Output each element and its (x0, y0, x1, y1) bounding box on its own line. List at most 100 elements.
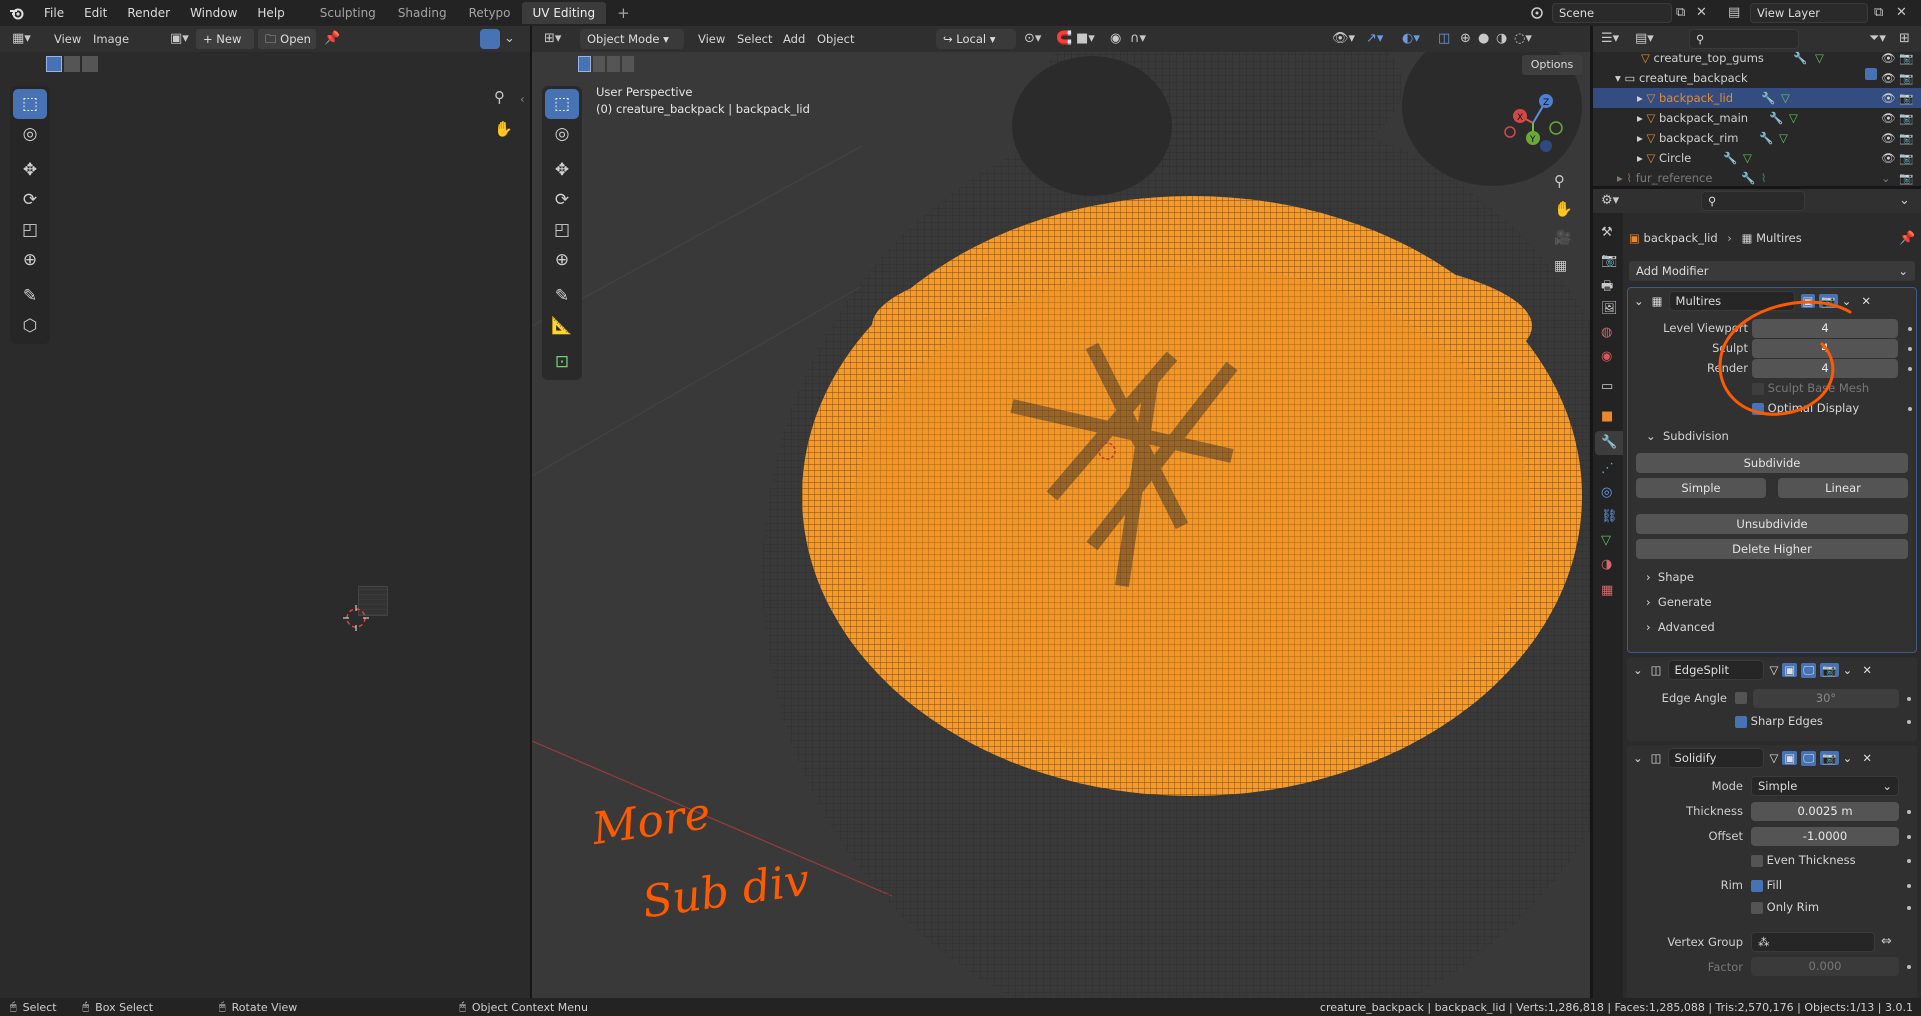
scene-icon[interactable] (1526, 2, 1548, 24)
on-cage-toggle-icon[interactable]: ▽ (1770, 663, 1779, 677)
material-tab-icon[interactable]: ◑ (1601, 557, 1612, 572)
camera-icon[interactable]: 📷 (1899, 48, 1913, 68)
properties-search-input[interactable]: ⚲ (1701, 191, 1805, 211)
keyframe-dot[interactable] (1907, 884, 1911, 888)
outliner-search-input[interactable]: ⚲ (1689, 29, 1799, 49)
eye-icon[interactable]: 👁 (1881, 88, 1896, 108)
move-tool-icon[interactable]: ✥ (545, 155, 579, 185)
keyframe-dot[interactable] (1907, 697, 1911, 701)
filter-icon[interactable]: ⏷▾ (1869, 31, 1886, 46)
eye-icon[interactable]: 👁 (1881, 108, 1896, 128)
close-icon[interactable]: ✕ (1696, 5, 1707, 20)
vp-menu-view[interactable]: View (698, 32, 725, 46)
menu-file[interactable]: File (34, 0, 74, 26)
editor-type-icon[interactable]: ⚙▾ (1601, 193, 1619, 208)
chevron-down-icon[interactable]: ⌄ (1843, 751, 1853, 765)
outliner-row-selected[interactable]: ▸ ▽ backpack_lid 🔧 ▽ 👁 📷 (1593, 88, 1921, 108)
keyframe-dot[interactable] (1908, 327, 1912, 331)
falloff-icon[interactable]: ∩▾ (1130, 31, 1146, 46)
keyframe-dot[interactable] (1907, 810, 1911, 814)
mode-dropdown[interactable]: Simple ⌄ (1751, 776, 1899, 796)
cursor-tool-icon[interactable]: ◎ (13, 119, 47, 149)
collection-tab-icon[interactable]: ▭ (1601, 379, 1613, 394)
offset-field[interactable]: -1.0000 (1751, 827, 1899, 846)
scale-tool-icon[interactable]: ◰ (13, 215, 47, 245)
delete-higher-button[interactable]: Delete Higher (1636, 539, 1908, 559)
3d-viewport[interactable]: ⊞▾ Object Mode ▾ View Select Add Object … (532, 26, 1590, 1000)
menu-render[interactable]: Render (117, 0, 180, 26)
move-tool-icon[interactable]: ✥ (13, 155, 47, 185)
view-layer-icon[interactable]: ▤ (1728, 5, 1740, 20)
vp-menu-object[interactable]: Object (817, 32, 854, 46)
particles-tab-icon[interactable]: ⋰ (1601, 461, 1614, 476)
select-extend-icon[interactable] (64, 56, 80, 72)
sharp-edges-checkbox[interactable]: Sharp Edges (1735, 714, 1823, 728)
fill-checkbox[interactable]: Fill (1751, 878, 1782, 892)
zoom-icon[interactable]: ⚲ (494, 88, 505, 106)
close-icon[interactable]: ✕ (1862, 663, 1872, 677)
camera-icon[interactable]: 📷 (1899, 88, 1913, 108)
view-layer-field[interactable]: View Layer (1750, 3, 1868, 23)
uv-sync-icon[interactable] (480, 29, 500, 49)
wireframe-shading-icon[interactable]: ⊕ (1460, 31, 1471, 46)
camera-icon[interactable]: 🎥 (1554, 230, 1571, 246)
overlay-icon[interactable]: ◐▾ (1402, 31, 1420, 46)
factor-field[interactable]: 0.000 (1751, 957, 1899, 976)
editor-type-icon[interactable]: ⊞▾ (544, 31, 561, 46)
collapse-icon[interactable]: ⌄ (1633, 663, 1643, 677)
pivot-icon[interactable]: ⊙▾ (1024, 31, 1041, 46)
keyframe-dot[interactable] (1908, 367, 1912, 371)
rotate-tool-icon[interactable]: ⟳ (545, 185, 579, 215)
annotate-tool-icon[interactable]: ✎ (13, 281, 47, 311)
generate-subpanel-header[interactable]: › Generate (1646, 595, 1712, 609)
select-invert-icon[interactable] (621, 56, 635, 72)
outliner-row[interactable]: ▸ ▽ backpack_rim 🔧 ▽ 👁 📷 (1593, 128, 1921, 148)
viewport-toggle-icon[interactable]: 🖵 (1801, 662, 1817, 678)
modifier-name-input[interactable]: EdgeSplit (1667, 660, 1764, 680)
select-new-icon[interactable] (578, 56, 591, 72)
rendered-shading-icon[interactable]: ◌▾ (1514, 31, 1532, 46)
texture-tab-icon[interactable]: ▦ (1601, 583, 1613, 598)
chevron-down-icon[interactable]: ⌄ (1881, 168, 1891, 186)
outliner-row[interactable]: ▸ ⌇ fur_reference 🔧 ⌇ ⌄ 📷 (1593, 168, 1921, 186)
sidebar-toggle-icon[interactable]: ‹ (520, 92, 525, 106)
visibility-icon[interactable]: 👁▾ (1332, 31, 1355, 46)
orientation-dropdown[interactable]: ↪ Local ▾ (936, 29, 1016, 49)
collection-checkbox[interactable] (1865, 68, 1877, 80)
gizmo-icon[interactable]: ↗▾ (1366, 31, 1383, 46)
close-icon[interactable]: ✕ (1861, 294, 1871, 308)
keyframe-dot[interactable] (1908, 407, 1912, 411)
subdivide-button[interactable]: Subdivide (1636, 453, 1908, 473)
select-new-icon[interactable] (46, 56, 62, 72)
modifier-name-input[interactable]: Solidify (1667, 748, 1764, 768)
edge-angle-field[interactable]: 30° (1753, 689, 1899, 708)
view-layer-tab-icon[interactable]: 🖼 (1601, 301, 1618, 316)
measure-tool-icon[interactable]: 📐 (545, 311, 579, 341)
subdivision-subpanel-header[interactable]: ⌄ Subdivision (1646, 429, 1729, 443)
vertex-group-input[interactable]: ⁂ (1751, 932, 1875, 952)
new-scene-icon[interactable]: ⧉ (1676, 5, 1685, 20)
solid-shading-icon[interactable]: ● (1478, 31, 1489, 46)
physics-tab-icon[interactable]: ◎ (1601, 485, 1612, 500)
annotate-tool-icon[interactable]: ✎ (545, 281, 579, 311)
transform-tool-icon[interactable]: ⊕ (545, 245, 579, 275)
edge-angle-checkbox[interactable] (1735, 692, 1747, 704)
unsubdivide-button[interactable]: Unsubdivide (1636, 514, 1908, 534)
select-subtract-icon[interactable] (607, 56, 620, 72)
keyframe-dot[interactable] (1907, 720, 1911, 724)
chevron-down-icon[interactable]: ⌄ (1899, 193, 1910, 208)
perspective-grid-icon[interactable]: ▦ (1554, 258, 1567, 274)
menu-window[interactable]: Window (180, 0, 247, 26)
invert-icon[interactable]: ⇔ (1881, 934, 1892, 949)
render-toggle-icon[interactable]: 📷 (1820, 751, 1839, 765)
scale-tool-icon[interactable]: ◰ (545, 215, 579, 245)
new-view-layer-icon[interactable]: ⧉ (1874, 5, 1883, 20)
tab-sculpting[interactable]: Sculpting (309, 2, 387, 24)
options-button[interactable]: Options (1522, 55, 1582, 75)
vp-menu-select[interactable]: Select (737, 32, 772, 46)
edit-mode-toggle-icon[interactable]: ▣ (1782, 751, 1798, 765)
pin-icon[interactable]: 📌 (1899, 231, 1915, 246)
outliner-row[interactable]: ▾ ▭ creature_backpack 👁 📷 (1593, 68, 1921, 88)
eye-icon[interactable]: 👁 (1881, 48, 1896, 68)
material-shading-icon[interactable]: ◑ (1496, 31, 1507, 46)
